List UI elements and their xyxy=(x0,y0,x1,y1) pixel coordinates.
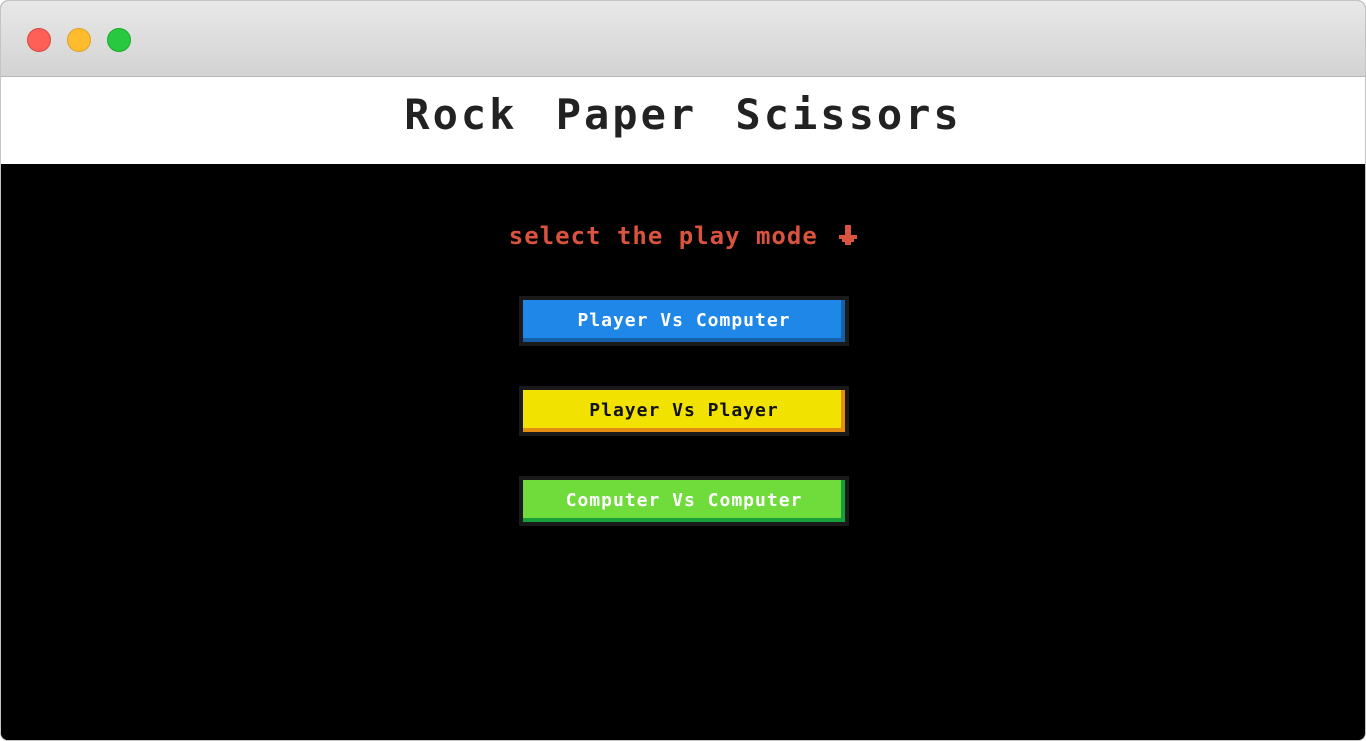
computer-vs-computer-button[interactable]: Computer Vs Computer xyxy=(519,476,849,526)
minimize-window-button[interactable] xyxy=(67,28,91,52)
mode-prompt-text: select the play mode xyxy=(508,222,818,250)
mode-select-panel: select the play mode Player Vs Computer … xyxy=(1,164,1365,740)
player-vs-computer-button[interactable]: Player Vs Computer xyxy=(519,296,849,346)
maximize-window-button[interactable] xyxy=(107,28,131,52)
window-titlebar xyxy=(1,1,1365,77)
page-title: Rock Paper Scissors xyxy=(404,90,962,139)
app-window: Rock Paper Scissors select the play mode… xyxy=(0,0,1366,741)
arrow-down-icon xyxy=(839,223,858,255)
page-header: Rock Paper Scissors xyxy=(1,77,1365,164)
mode-prompt: select the play mode xyxy=(1,220,1365,255)
close-window-button[interactable] xyxy=(27,28,51,52)
player-vs-player-button[interactable]: Player Vs Player xyxy=(519,386,849,436)
